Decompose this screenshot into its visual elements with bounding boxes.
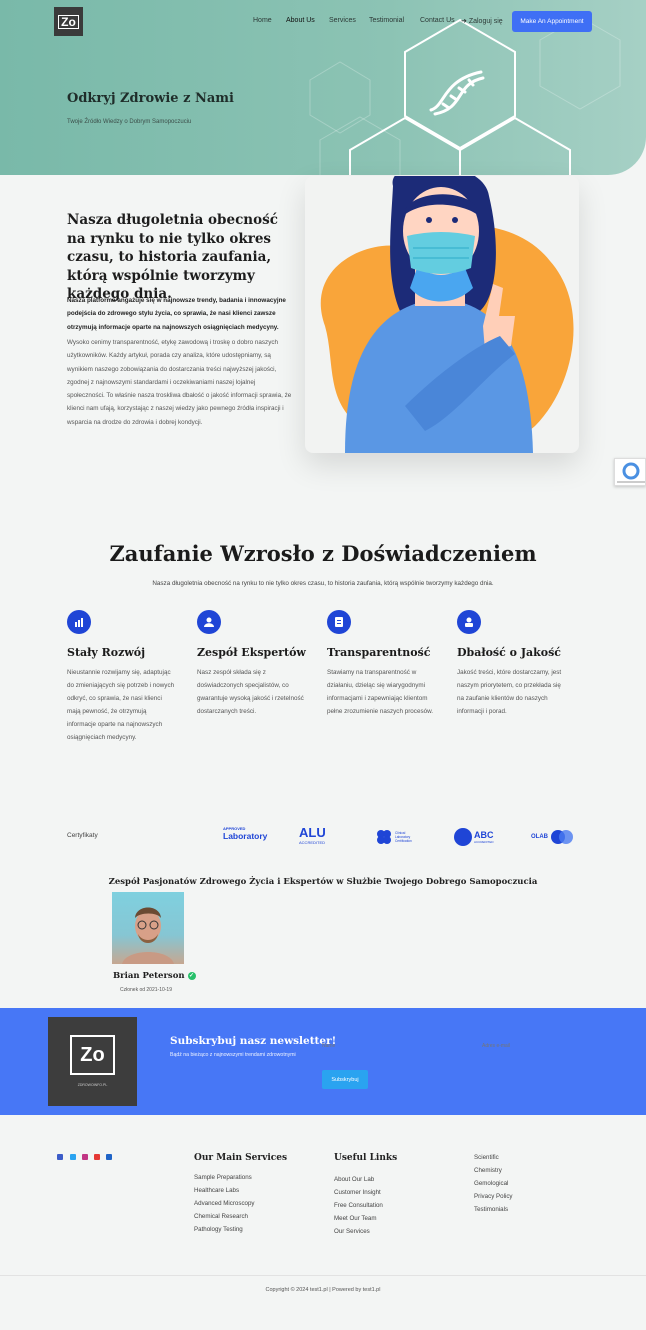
hero-section: Zo Home About Us Services Testimonial Co… — [0, 0, 646, 175]
about-lead: Nasza platforma angażuje się w najnowsze… — [67, 297, 286, 331]
make-appointment-button[interactable]: Make An Appointment — [512, 11, 592, 32]
cert-logo-main: ALU — [299, 825, 326, 840]
cert-logo-alu: ALU ACCREDITED — [299, 825, 345, 847]
footer-services-title: Our Main Services — [194, 1153, 288, 1163]
footer-divider — [0, 1275, 646, 1276]
member-name-text: Brian Peterson — [113, 971, 185, 981]
portrait-image — [122, 907, 174, 964]
footer-link[interactable]: Healthcare Labs — [194, 1187, 239, 1194]
footer-link[interactable]: Pathology Testing — [194, 1226, 243, 1233]
newsletter-title: Subskrybuj nasz newsletter! — [170, 1035, 337, 1047]
linkedin-icon[interactable] — [106, 1154, 112, 1160]
growth-icon — [67, 610, 91, 634]
newsletter-logo-caption: ZDROWOINFO.PL — [77, 1083, 108, 1087]
nav-home[interactable]: Home — [253, 17, 272, 24]
newsletter-section: Zo ZDROWOINFO.PL Subskrybuj nasz newslet… — [0, 1008, 646, 1115]
abc-icon — [454, 828, 472, 846]
quality-icon — [457, 610, 481, 634]
about-body: Wysoko cenimy transparentność, etykę zaw… — [67, 339, 292, 426]
login-icon: ➜ — [461, 18, 467, 25]
member-name[interactable]: Brian Peterson ✓ — [113, 971, 196, 981]
twitter-icon[interactable] — [70, 1154, 76, 1160]
clinical-icon — [377, 830, 391, 844]
newsletter-logo: Zo ZDROWOINFO.PL — [48, 1017, 137, 1106]
olab-icon — [551, 830, 573, 844]
hero-title: Odkryj Zdrowie z Nami — [67, 91, 234, 106]
recaptcha-icon — [617, 462, 645, 483]
newsletter-subtitle: Bądź na bieżąco z najnowszymi trendami z… — [170, 1052, 296, 1058]
footer-link[interactable]: Privacy Policy — [474, 1193, 513, 1200]
feature-text: Nasz zespół składa się z doświadczonych … — [197, 669, 304, 716]
nav-services[interactable]: Services — [329, 17, 356, 24]
footer-link[interactable]: Scientific — [474, 1154, 499, 1161]
cert-logo-main: OLAB — [531, 834, 548, 840]
footer-useful-links-title: Useful Links — [334, 1153, 398, 1163]
footer-link[interactable]: Meet Our Team — [334, 1215, 377, 1222]
login-label: Zaloguj się — [468, 18, 503, 25]
login-link[interactable]: ➜ Zaloguj się — [461, 17, 503, 25]
doctor-illustration-card — [305, 164, 579, 453]
footer-link[interactable]: Gemological — [474, 1180, 508, 1187]
footer-link[interactable]: Advanced Microscopy — [194, 1200, 255, 1207]
member-since: Członek od 2021-10-19 — [120, 987, 172, 993]
feature-title: Transparentność — [327, 646, 431, 659]
footer-link[interactable]: About Our Lab — [334, 1176, 374, 1183]
certificates-label: Certyfikaty — [67, 832, 98, 839]
feature-title: Zespół Ekspertów — [197, 646, 306, 659]
cert-logo-laboratory: APPROVED Laboratory — [223, 826, 269, 848]
subscribe-button[interactable]: Subskrybuj — [322, 1070, 368, 1089]
footer-link[interactable]: Testimonials — [474, 1206, 508, 1213]
trust-subtitle: Nasza długoletnia obecność na rynku to n… — [152, 580, 494, 587]
youtube-icon[interactable] — [94, 1154, 100, 1160]
about-heading: Nasza długoletnia obecność na rynku to n… — [67, 212, 278, 302]
hero-subtitle: Twoje Źródło Wiedzy o Dobrym Samopoczuci… — [67, 119, 192, 125]
cert-logo-main: Clinical Laboratory Certification — [395, 831, 412, 843]
instagram-icon[interactable] — [82, 1154, 88, 1160]
nav-about[interactable]: About Us — [286, 17, 315, 24]
footer-link[interactable]: Our Services — [334, 1228, 370, 1235]
cert-logo-olab: OLAB — [531, 828, 577, 846]
newsletter-logo-text: Zo — [70, 1035, 115, 1075]
cert-logo-clinical: Clinical Laboratory Certification — [376, 827, 424, 847]
avatar[interactable] — [112, 892, 184, 964]
footer-link[interactable]: Chemical Research — [194, 1213, 248, 1220]
feature-text: Nieustannie rozwijamy się, adaptując do … — [67, 669, 175, 742]
cert-logo-main: ABC — [474, 830, 494, 840]
cert-logo-sub: ACCREDITED — [474, 840, 494, 844]
trust-title: Zaufanie Wzrosło z Doświadczeniem — [109, 541, 537, 566]
feature-text: Jakość treści, które dostarczamy, jest n… — [457, 669, 562, 716]
footer-link[interactable]: Chemistry — [474, 1167, 502, 1174]
feature-title: Stały Rozwój — [67, 646, 146, 659]
feature-text: Stawiamy na transparentność w działaniu,… — [327, 669, 434, 716]
nav-contact[interactable]: Contact Us — [420, 17, 455, 24]
cert-logo-sub: ACCREDITED — [299, 840, 326, 845]
document-icon — [327, 610, 351, 634]
name-input[interactable] — [322, 1043, 462, 1049]
facebook-icon[interactable] — [57, 1154, 63, 1160]
experts-icon — [197, 610, 221, 634]
copyright: Copyright © 2024 test1.pl | Powered by t… — [265, 1287, 381, 1293]
recaptcha-badge[interactable] — [614, 458, 646, 486]
woman-mask-illustration — [320, 164, 574, 453]
site-logo[interactable]: Zo — [54, 7, 83, 36]
cert-logo-main: Laboratory — [223, 831, 268, 841]
footer-link[interactable]: Sample Preparations — [194, 1174, 252, 1181]
footer-link[interactable]: Customer Insight — [334, 1189, 381, 1196]
footer-link[interactable]: Free Consultation — [334, 1202, 383, 1209]
nav-testimonial[interactable]: Testimonial — [369, 17, 404, 24]
verified-icon: ✓ — [187, 971, 196, 980]
email-input[interactable] — [482, 1043, 602, 1049]
feature-title: Dbałość o Jakość — [457, 646, 561, 659]
dna-icon — [429, 70, 485, 116]
cert-logo-abc: ABC ACCREDITED — [454, 826, 500, 848]
team-title: Zespół Pasjonatów Zdrowego Życia i Ekspe… — [108, 877, 538, 887]
